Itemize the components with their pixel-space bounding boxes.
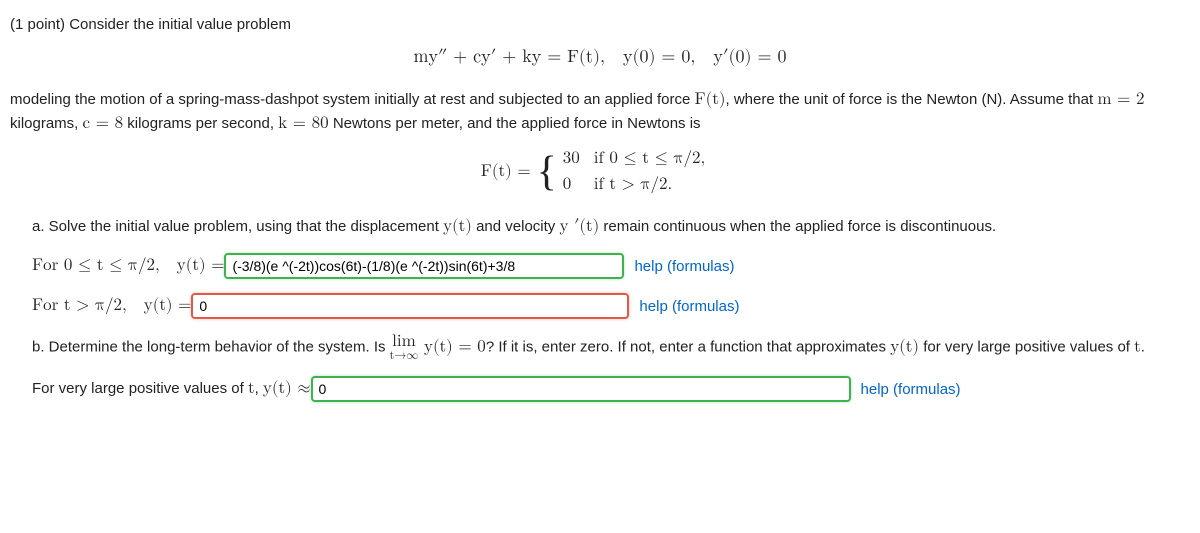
answer-row-1: For 0 ≤ t ≤ π/2, y(t) = help (formulas) (32, 253, 1190, 279)
answer-input-1[interactable] (224, 253, 624, 279)
limit-expression: limt→∞ (390, 333, 419, 362)
left-brace-icon: { (537, 151, 557, 193)
answer-row-3: For very large positive values of t, y(t… (32, 376, 1190, 402)
points-text: (1 point) Consider the initial value pro… (10, 16, 291, 33)
answer-input-2[interactable] (191, 293, 629, 319)
row3-prefix: For very large positive values of t, y(t… (32, 377, 311, 401)
help-link-1[interactable]: help (formulas) (634, 256, 734, 277)
answer-input-3[interactable] (311, 376, 851, 402)
piecewise-definition: F(t) = { 30 if 0 ≤ t ≤ π/2, 0 if t > π/2… (10, 146, 1190, 198)
help-link-2[interactable]: help (formulas) (639, 296, 739, 317)
main-equation: my″ + cy′ + ky = F(t), y(0) = 0, y′(0) =… (10, 45, 1190, 70)
part-b-text: b. Determine the long-term behavior of t… (32, 333, 1190, 362)
row1-prefix: For 0 ≤ t ≤ π/2, y(t) = (32, 254, 224, 278)
answer-row-2: For t > π/2, y(t) = help (formulas) (32, 293, 1190, 319)
problem-header: (1 point) Consider the initial value pro… (10, 14, 1190, 35)
problem-description: modeling the motion of a spring-mass-das… (10, 88, 1190, 136)
part-a-text: a. Solve the initial value problem, usin… (32, 215, 1190, 239)
help-link-3[interactable]: help (formulas) (861, 379, 961, 400)
row2-prefix: For t > π/2, y(t) = (32, 294, 191, 318)
